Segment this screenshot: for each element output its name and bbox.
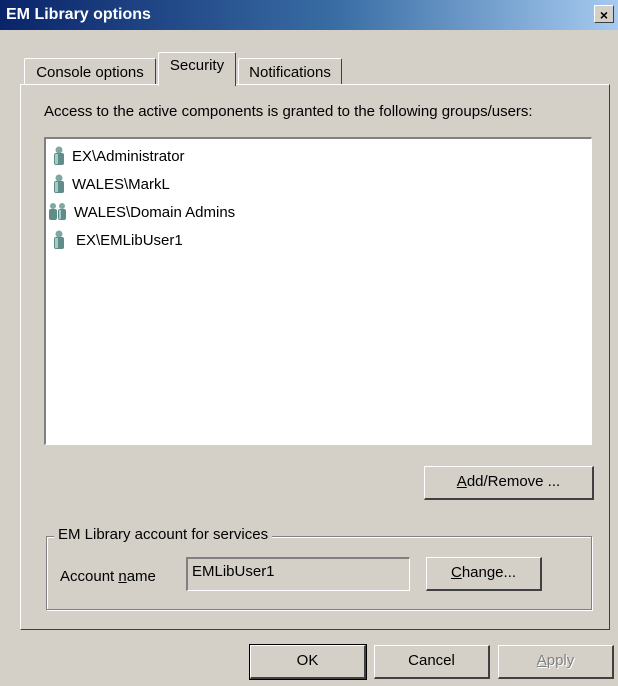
- principal-name: WALES\MarkL: [72, 175, 170, 193]
- access-key: C: [450, 564, 462, 581]
- close-button[interactable]: ×: [594, 5, 614, 23]
- tab-label: Notifications: [249, 64, 331, 81]
- access-key: A: [456, 473, 467, 490]
- button-label: OK: [296, 652, 319, 669]
- ok-button[interactable]: OK: [249, 644, 367, 680]
- tab-label: Console options: [36, 64, 144, 81]
- access-prompt: Access to the active components is grant…: [44, 103, 533, 120]
- principal-name: EX\EMLibUser1: [76, 231, 183, 249]
- tab-console-options[interactable]: Console options: [24, 58, 156, 84]
- principal-name: WALES\Domain Admins: [74, 203, 236, 221]
- principals-list[interactable]: EX\Administrator WALES\MarkL WALES\Domai…: [44, 137, 592, 445]
- user-icon: [54, 230, 64, 249]
- group-icon: [49, 203, 66, 220]
- title-bar[interactable]: EM Library options ×: [0, 0, 618, 30]
- add-remove-button[interactable]: Add/Remove ...: [424, 466, 594, 500]
- button-label: hange...: [461, 564, 517, 581]
- cancel-button[interactable]: Cancel: [374, 645, 490, 679]
- tab-notifications[interactable]: Notifications: [238, 58, 342, 84]
- account-group-label: EM Library account for services: [54, 526, 273, 543]
- user-icon: [54, 174, 64, 193]
- user-icon: [54, 146, 64, 165]
- button-label: pply: [546, 652, 575, 669]
- button-label: dd/Remove ...: [466, 473, 561, 490]
- label-part: ame: [126, 568, 156, 585]
- list-item[interactable]: WALES\Domain Admins: [48, 201, 235, 223]
- label-part: Account: [60, 568, 119, 585]
- account-name-label: Account name: [60, 568, 156, 585]
- access-key: A: [536, 652, 547, 669]
- window-title: EM Library options: [6, 6, 151, 23]
- close-icon: ×: [599, 7, 609, 23]
- principal-name: EX\Administrator: [72, 147, 185, 165]
- button-label: Cancel: [408, 652, 455, 669]
- access-key: n: [118, 568, 127, 585]
- tab-label: Security: [169, 57, 225, 74]
- list-item[interactable]: WALES\MarkL: [52, 173, 170, 195]
- apply-button[interactable]: Apply: [498, 645, 614, 679]
- list-item[interactable]: EX\Administrator: [52, 145, 185, 167]
- tab-security[interactable]: Security: [158, 52, 236, 86]
- change-button[interactable]: Change...: [426, 557, 542, 591]
- list-item[interactable]: EX\EMLibUser1: [52, 229, 183, 251]
- account-name-field: EMLibUser1: [186, 557, 410, 591]
